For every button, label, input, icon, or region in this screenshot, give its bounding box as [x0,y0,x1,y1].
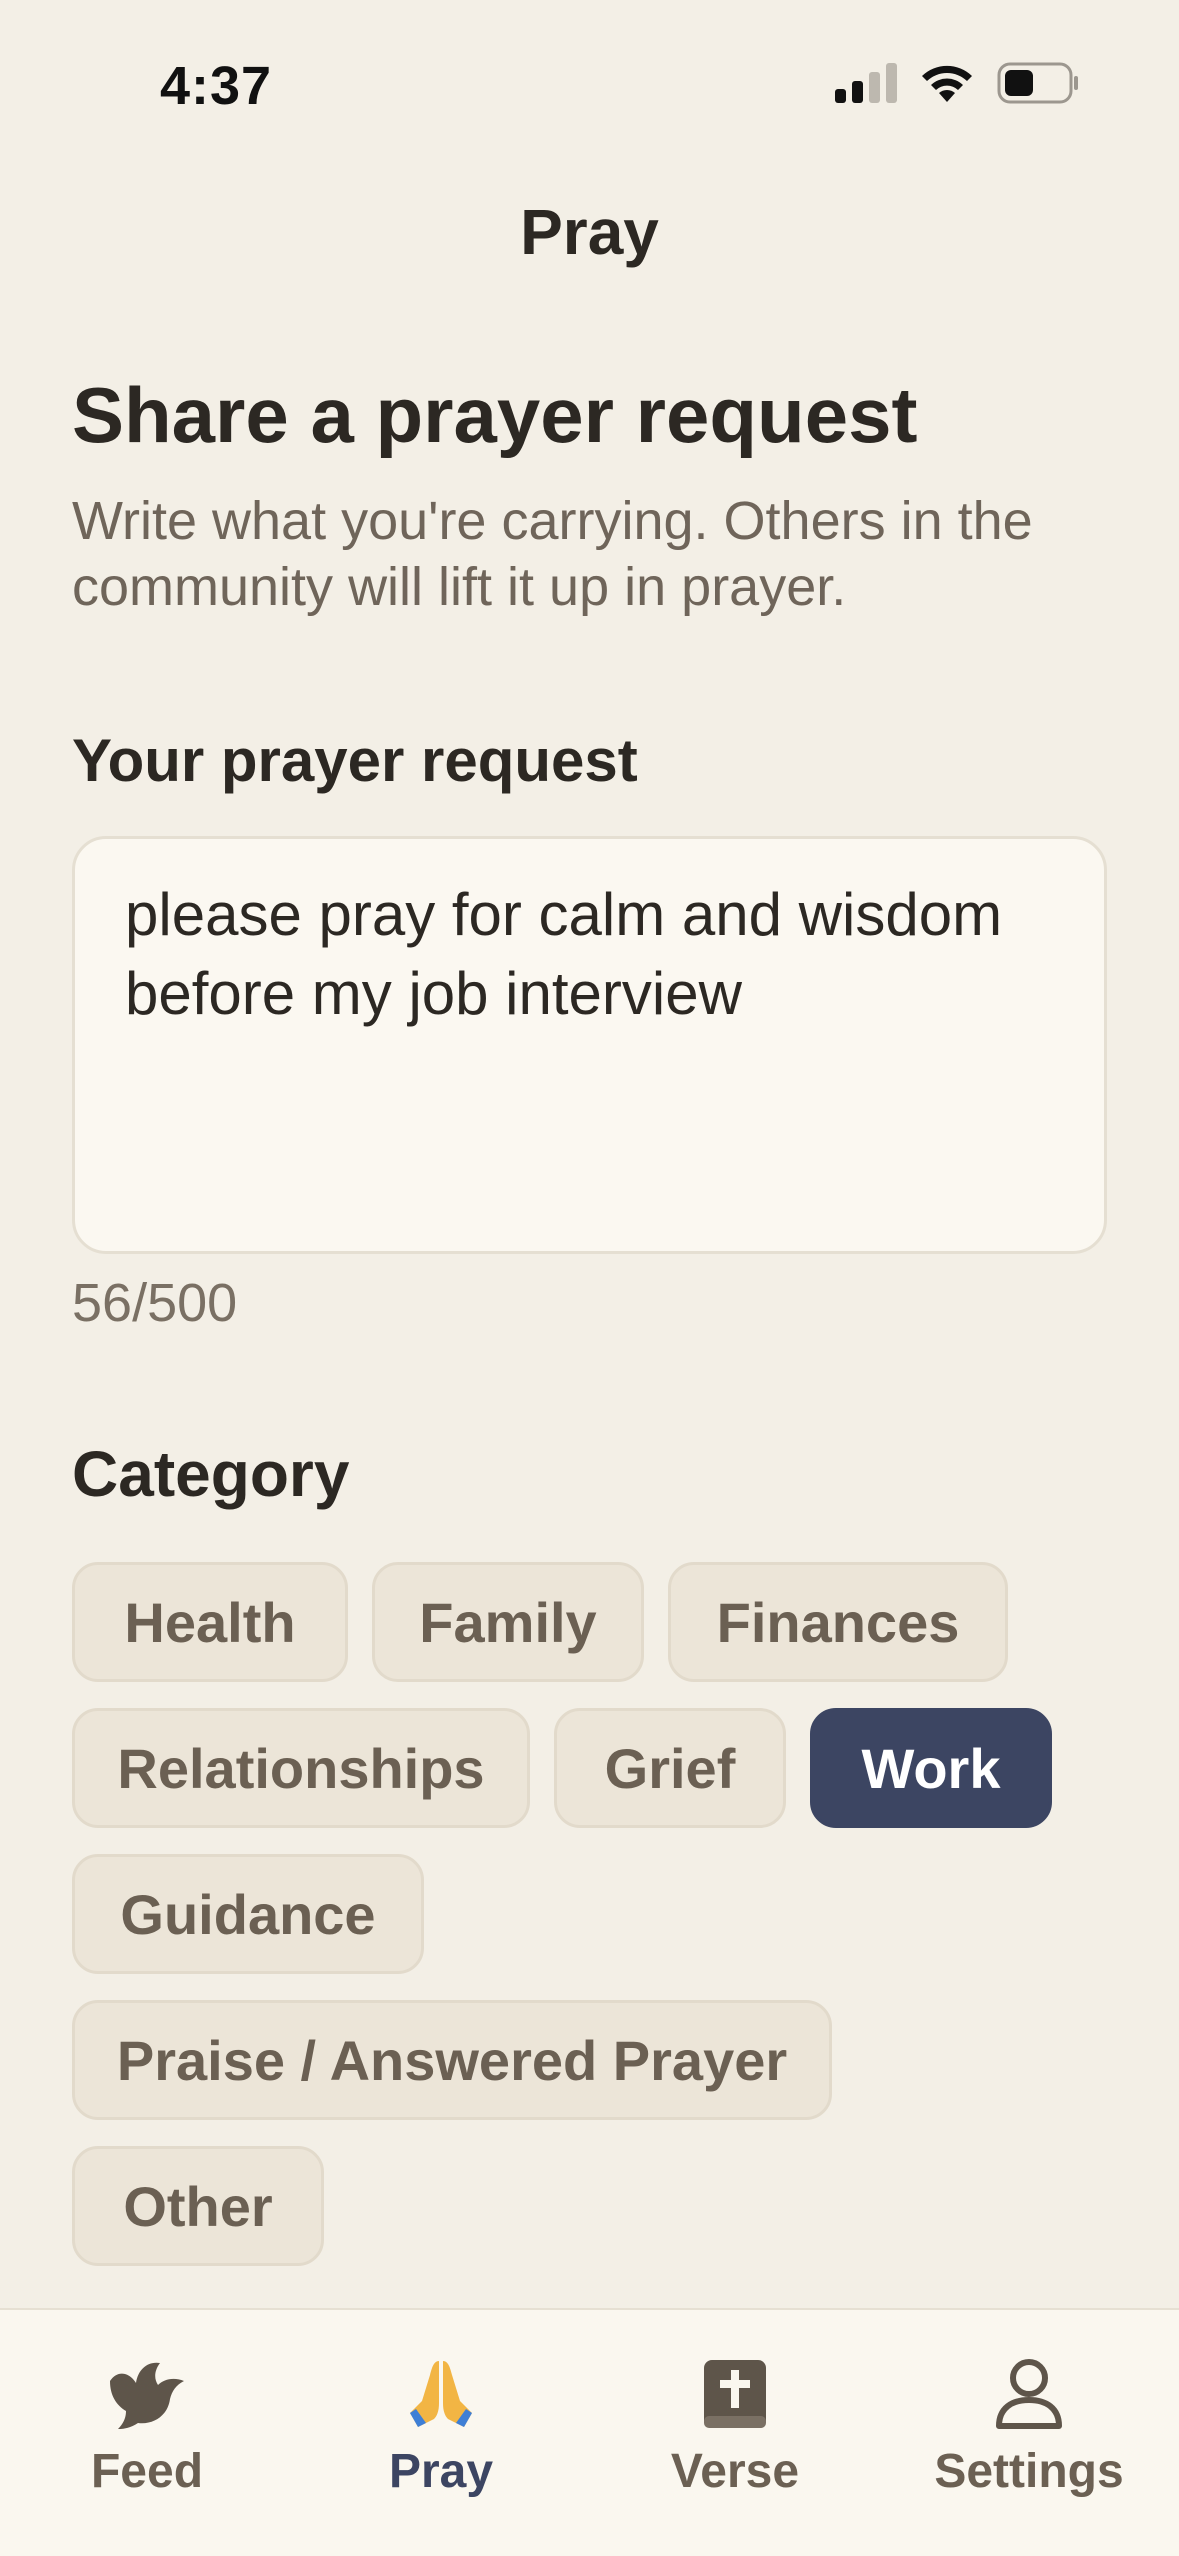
form-headline: Share a prayer request [72,371,918,459]
category-chip-health[interactable]: Health [72,1562,348,1682]
praying-hands-icon [401,2354,481,2434]
page-title: Pray [520,196,659,268]
tab-feed-label: Feed [90,2445,204,2498]
category-chip-praise-answered-prayer[interactable]: Praise / Answered Prayer [72,2000,832,2120]
person-icon [989,2354,1069,2434]
category-chip-guidance[interactable]: Guidance [72,1854,424,1974]
tab-settings[interactable]: Settings [884,2310,1174,2556]
prayer-request-input[interactable]: please pray for calm and wisdom before m… [72,836,1107,1254]
status-icons [835,62,1079,104]
tab-bar: Feed Pray Verse Settings [0,2308,1179,2556]
tab-settings-label: Settings [934,2445,1124,2498]
wifi-icon [922,65,972,102]
app-screen: 4:37 Pray Share a prayer request Write w… [0,0,1179,2556]
category-label: Category [72,1438,350,1510]
status-bar: 4:37 [0,0,1179,170]
status-time: 4:37 [160,56,273,116]
dove-icon [107,2354,187,2434]
battery-icon [997,62,1078,104]
tab-verse[interactable]: Verse [590,2310,880,2556]
category-chip-grief[interactable]: Grief [554,1708,786,1828]
category-chip-other[interactable]: Other [72,2146,324,2266]
prayer-request-label: Your prayer request [72,727,638,794]
tab-pray[interactable]: Pray [296,2310,586,2556]
category-chip-work[interactable]: Work [810,1708,1052,1828]
character-count: 56/500 [72,1273,238,1333]
tab-feed[interactable]: Feed [2,2310,292,2556]
tab-verse-label: Verse [670,2445,800,2498]
category-chip-family[interactable]: Family [372,1562,644,1682]
category-chip-relationships[interactable]: Relationships [72,1708,530,1828]
tab-pray-label: Pray [388,2445,494,2498]
bible-icon [695,2354,775,2434]
category-chip-finances[interactable]: Finances [668,1562,1008,1682]
form-subtext: Write what you're carrying. Others in th… [72,491,1033,617]
cellular-signal-icon [835,63,897,103]
